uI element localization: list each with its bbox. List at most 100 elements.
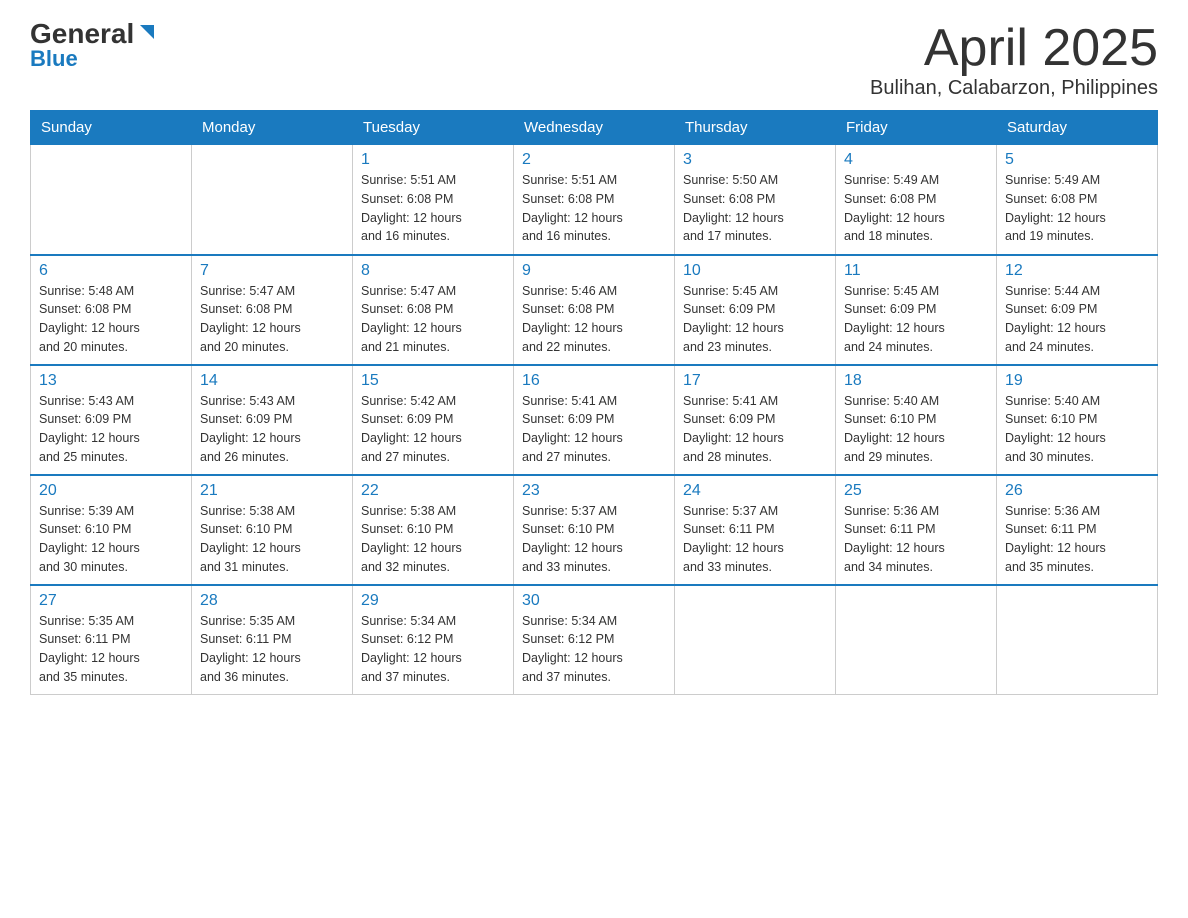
day-number: 9	[522, 262, 666, 280]
day-number: 12	[1005, 262, 1149, 280]
day-info: Sunrise: 5:44 AM Sunset: 6:09 PM Dayligh…	[1005, 282, 1149, 357]
weekday-header-saturday: Saturday	[997, 111, 1158, 145]
calendar-day-cell: 29 Sunrise: 5:34 AM Sunset: 6:12 PM Dayli…	[353, 585, 514, 695]
calendar-day-cell: 22 Sunrise: 5:38 AM Sunset: 6:10 PM Dayli…	[353, 475, 514, 585]
weekday-header-thursday: Thursday	[675, 111, 836, 145]
calendar-day-cell: 14Sunrise: 5:43 AM Sunset: 6:09 PM Dayli…	[192, 365, 353, 475]
weekday-header-tuesday: Tuesday	[353, 111, 514, 145]
day-number: 6	[39, 262, 183, 280]
day-info: Sunrise: 5:34 AM Sunset: 6:12 PM Dayligh…	[361, 612, 505, 687]
day-number: 23	[522, 482, 666, 500]
calendar-day-cell: 12 Sunrise: 5:44 AM Sunset: 6:09 PM Dayli…	[997, 255, 1158, 365]
day-info: Sunrise: 5:49 AM Sunset: 6:08 PM Dayligh…	[844, 171, 988, 246]
day-info: Sunrise: 5:48 AM Sunset: 6:08 PM Dayligh…	[39, 282, 183, 357]
logo-general: General	[30, 20, 134, 48]
day-info: Sunrise: 5:38 AM Sunset: 6:10 PM Dayligh…	[361, 502, 505, 577]
day-info: Sunrise: 5:42 AM Sunset: 6:09 PM Dayligh…	[361, 392, 505, 467]
day-info: Sunrise: 5:51 AM Sunset: 6:08 PM Dayligh…	[522, 171, 666, 246]
page-title: April 2025	[870, 20, 1158, 77]
calendar-day-cell: 5 Sunrise: 5:49 AM Sunset: 6:08 PM Daylig…	[997, 145, 1158, 255]
day-info: Sunrise: 5:35 AM Sunset: 6:11 PM Dayligh…	[39, 612, 183, 687]
day-number: 10	[683, 262, 827, 280]
calendar-day-cell: 6 Sunrise: 5:48 AM Sunset: 6:08 PM Daylig…	[31, 255, 192, 365]
calendar-day-cell: 10Sunrise: 5:45 AM Sunset: 6:09 PM Dayli…	[675, 255, 836, 365]
day-info: Sunrise: 5:50 AM Sunset: 6:08 PM Dayligh…	[683, 171, 827, 246]
calendar-day-cell	[31, 145, 192, 255]
day-number: 25	[844, 482, 988, 500]
day-number: 29	[361, 592, 505, 610]
day-info: Sunrise: 5:46 AM Sunset: 6:08 PM Dayligh…	[522, 282, 666, 357]
calendar-day-cell: 8 Sunrise: 5:47 AM Sunset: 6:08 PM Daylig…	[353, 255, 514, 365]
weekday-header-monday: Monday	[192, 111, 353, 145]
calendar-day-cell: 24 Sunrise: 5:37 AM Sunset: 6:11 PM Dayli…	[675, 475, 836, 585]
day-info: Sunrise: 5:51 AM Sunset: 6:08 PM Dayligh…	[361, 171, 505, 246]
day-number: 24	[683, 482, 827, 500]
day-number: 21	[200, 482, 344, 500]
day-number: 22	[361, 482, 505, 500]
day-info: Sunrise: 5:37 AM Sunset: 6:11 PM Dayligh…	[683, 502, 827, 577]
day-number: 7	[200, 262, 344, 280]
day-number: 4	[844, 151, 988, 169]
calendar-week-row: 13 Sunrise: 5:43 AM Sunset: 6:09 PM Dayli…	[31, 365, 1158, 475]
day-number: 5	[1005, 151, 1149, 169]
calendar-day-cell: 15 Sunrise: 5:42 AM Sunset: 6:09 PM Dayli…	[353, 365, 514, 475]
day-number: 30	[522, 592, 666, 610]
logo-triangle-icon	[136, 21, 158, 43]
calendar-day-cell: 7 Sunrise: 5:47 AM Sunset: 6:08 PM Daylig…	[192, 255, 353, 365]
calendar-day-cell	[997, 585, 1158, 695]
calendar-header-row: SundayMondayTuesdayWednesdayThursdayFrid…	[31, 111, 1158, 145]
day-number: 14	[200, 372, 344, 390]
day-info: Sunrise: 5:35 AM Sunset: 6:11 PM Dayligh…	[200, 612, 344, 687]
day-number: 15	[361, 372, 505, 390]
day-number: 11	[844, 262, 988, 280]
weekday-header-friday: Friday	[836, 111, 997, 145]
calendar-day-cell: 2Sunrise: 5:51 AM Sunset: 6:08 PM Daylig…	[514, 145, 675, 255]
calendar-day-cell: 16 Sunrise: 5:41 AM Sunset: 6:09 PM Dayli…	[514, 365, 675, 475]
calendar-day-cell: 20Sunrise: 5:39 AM Sunset: 6:10 PM Dayli…	[31, 475, 192, 585]
calendar-day-cell: 4 Sunrise: 5:49 AM Sunset: 6:08 PM Daylig…	[836, 145, 997, 255]
calendar-day-cell: 1 Sunrise: 5:51 AM Sunset: 6:08 PM Daylig…	[353, 145, 514, 255]
day-info: Sunrise: 5:47 AM Sunset: 6:08 PM Dayligh…	[361, 282, 505, 357]
calendar-day-cell	[192, 145, 353, 255]
day-info: Sunrise: 5:49 AM Sunset: 6:08 PM Dayligh…	[1005, 171, 1149, 246]
day-number: 1	[361, 151, 505, 169]
weekday-header-wednesday: Wednesday	[514, 111, 675, 145]
logo-blue: Blue	[30, 46, 78, 72]
calendar-table: SundayMondayTuesdayWednesdayThursdayFrid…	[30, 110, 1158, 695]
calendar-day-cell: 3Sunrise: 5:50 AM Sunset: 6:08 PM Daylig…	[675, 145, 836, 255]
calendar-day-cell: 19Sunrise: 5:40 AM Sunset: 6:10 PM Dayli…	[997, 365, 1158, 475]
day-number: 19	[1005, 372, 1149, 390]
day-info: Sunrise: 5:38 AM Sunset: 6:10 PM Dayligh…	[200, 502, 344, 577]
calendar-day-cell: 13 Sunrise: 5:43 AM Sunset: 6:09 PM Dayli…	[31, 365, 192, 475]
day-number: 8	[361, 262, 505, 280]
calendar-week-row: 6 Sunrise: 5:48 AM Sunset: 6:08 PM Daylig…	[31, 255, 1158, 365]
calendar-week-row: 27Sunrise: 5:35 AM Sunset: 6:11 PM Dayli…	[31, 585, 1158, 695]
day-number: 13	[39, 372, 183, 390]
day-number: 17	[683, 372, 827, 390]
calendar-day-cell: 17Sunrise: 5:41 AM Sunset: 6:09 PM Dayli…	[675, 365, 836, 475]
calendar-day-cell	[836, 585, 997, 695]
day-info: Sunrise: 5:39 AM Sunset: 6:10 PM Dayligh…	[39, 502, 183, 577]
day-info: Sunrise: 5:47 AM Sunset: 6:08 PM Dayligh…	[200, 282, 344, 357]
calendar-week-row: 1 Sunrise: 5:51 AM Sunset: 6:08 PM Daylig…	[31, 145, 1158, 255]
day-info: Sunrise: 5:37 AM Sunset: 6:10 PM Dayligh…	[522, 502, 666, 577]
calendar-day-cell: 25Sunrise: 5:36 AM Sunset: 6:11 PM Dayli…	[836, 475, 997, 585]
day-info: Sunrise: 5:43 AM Sunset: 6:09 PM Dayligh…	[39, 392, 183, 467]
title-block: April 2025 Bulihan, Calabarzon, Philippi…	[870, 20, 1158, 100]
calendar-day-cell: 11 Sunrise: 5:45 AM Sunset: 6:09 PM Dayli…	[836, 255, 997, 365]
day-info: Sunrise: 5:45 AM Sunset: 6:09 PM Dayligh…	[844, 282, 988, 357]
weekday-header-sunday: Sunday	[31, 111, 192, 145]
day-info: Sunrise: 5:40 AM Sunset: 6:10 PM Dayligh…	[844, 392, 988, 467]
calendar-day-cell: 30Sunrise: 5:34 AM Sunset: 6:12 PM Dayli…	[514, 585, 675, 695]
calendar-day-cell: 21 Sunrise: 5:38 AM Sunset: 6:10 PM Dayli…	[192, 475, 353, 585]
day-number: 18	[844, 372, 988, 390]
day-number: 28	[200, 592, 344, 610]
calendar-day-cell: 27Sunrise: 5:35 AM Sunset: 6:11 PM Dayli…	[31, 585, 192, 695]
calendar-week-row: 20Sunrise: 5:39 AM Sunset: 6:10 PM Dayli…	[31, 475, 1158, 585]
calendar-day-cell: 9 Sunrise: 5:46 AM Sunset: 6:08 PM Daylig…	[514, 255, 675, 365]
calendar-day-cell: 28 Sunrise: 5:35 AM Sunset: 6:11 PM Dayli…	[192, 585, 353, 695]
calendar-day-cell	[675, 585, 836, 695]
day-number: 16	[522, 372, 666, 390]
day-info: Sunrise: 5:41 AM Sunset: 6:09 PM Dayligh…	[522, 392, 666, 467]
page-header: General Blue April 2025 Bulihan, Calabar…	[30, 20, 1158, 100]
